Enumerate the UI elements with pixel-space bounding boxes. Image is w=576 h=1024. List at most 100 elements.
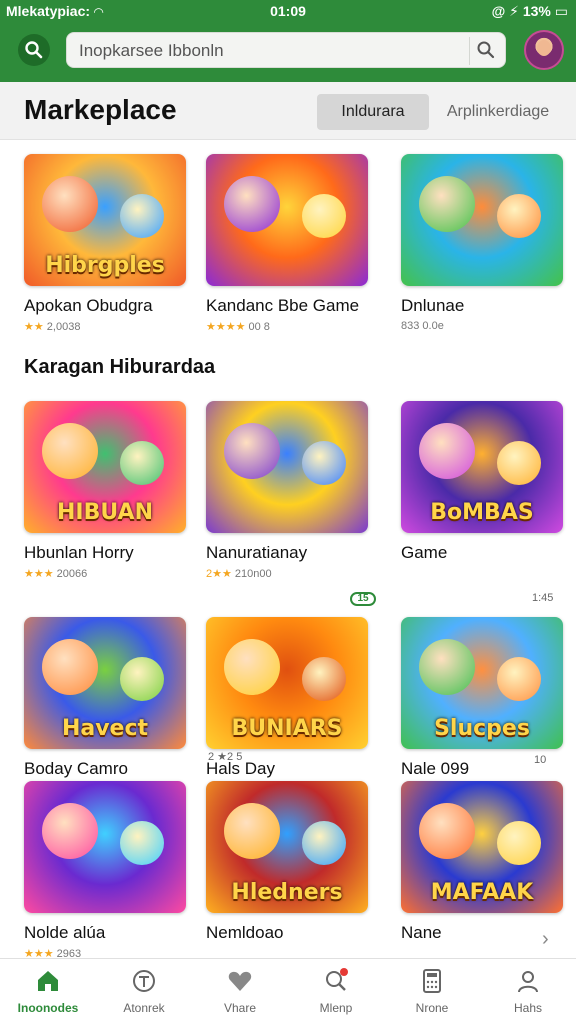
star-icon: 2★★ — [206, 568, 232, 580]
character-figure — [497, 441, 541, 485]
tab-inldurara[interactable]: Inldurara — [317, 94, 429, 130]
app-thumbnail[interactable] — [24, 781, 186, 913]
user-avatar[interactable] — [524, 30, 564, 70]
profile-icon — [514, 967, 542, 995]
character-figure — [497, 821, 541, 865]
character-figure — [419, 423, 475, 479]
character-figure — [42, 639, 98, 695]
chevron-right-icon[interactable]: › — [542, 928, 549, 951]
rating-value: 210n00 — [231, 568, 272, 580]
status-battery: @ ⚡ 13% ▭ — [491, 3, 568, 19]
app-thumbnail[interactable]: Havect — [24, 617, 186, 749]
app-name: Boday Camro — [24, 759, 128, 778]
nav-label: Hahs — [513, 1001, 542, 1015]
character-figure — [419, 639, 475, 695]
calculator-icon — [418, 967, 446, 995]
rating-value: 20066 — [53, 568, 88, 580]
app-card[interactable]: Kandanc Bbe Game ★★★★ 00 8 — [206, 154, 368, 333]
nav-label: Nrone — [415, 1001, 449, 1015]
character-figure — [120, 441, 164, 485]
header-row — [0, 28, 576, 74]
shield-icon — [130, 967, 158, 995]
character-figure — [224, 639, 280, 695]
character-figure — [42, 803, 98, 859]
count-badge: 15 — [350, 592, 376, 606]
search-icon[interactable] — [18, 34, 50, 66]
artwork-logo-text: Hibrgples — [45, 253, 165, 278]
character-figure — [302, 194, 346, 238]
nav-item-nrone[interactable]: Nrone — [384, 967, 480, 1015]
avatar-face — [537, 40, 551, 56]
search-input[interactable] — [79, 40, 459, 62]
app-card[interactable]: Nanuratianay 2★★ 210n00 — [206, 401, 368, 580]
search-icon[interactable] — [469, 37, 497, 65]
rating-value: 833 0.0e — [401, 320, 444, 332]
character-figure — [120, 194, 164, 238]
character-figure — [42, 423, 98, 479]
heart-icon — [226, 967, 254, 995]
app-card[interactable]: Dnlunae 833 0.0e — [401, 154, 563, 332]
side-note-row2: 1:45 — [532, 592, 554, 604]
app-rating: ★★★★ 00 8 — [206, 320, 368, 333]
app-card[interactable]: Nolde alúa ★★★ 2963 — [24, 781, 186, 960]
side-note-row3: 10 — [534, 754, 547, 766]
nav-item-mlenp[interactable]: Mlenp — [288, 967, 384, 1015]
character-figure — [419, 176, 475, 232]
app-name: Game — [401, 543, 448, 562]
nav-label: Inoonodes — [17, 1001, 79, 1015]
app-name: Nemldoao — [206, 923, 284, 942]
app-thumbnail[interactable] — [401, 154, 563, 286]
app-thumbnail[interactable]: HIBUAN — [24, 401, 186, 533]
character-figure — [224, 803, 280, 859]
nav-label: Mlenp — [319, 1001, 353, 1015]
artwork-logo-text: MAFAAK — [430, 880, 534, 905]
nav-item-atonrek[interactable]: Atonrek — [96, 967, 192, 1015]
app-name: Apokan Obudgra — [24, 296, 153, 315]
rating-value: 2,0038 — [43, 321, 81, 333]
page-title: Markeplace — [24, 94, 177, 125]
character-figure — [224, 423, 280, 479]
app-thumbnail[interactable] — [206, 154, 368, 286]
nav-item-vhare[interactable]: Vhare — [192, 967, 288, 1015]
character-figure — [224, 176, 280, 232]
app-card[interactable]: HavectBoday CamroA★ 2.0665 — [24, 617, 186, 796]
title-bar: Markeplace Inldurara Arplinkerdiage — [0, 82, 576, 140]
app-card[interactable]: MAFAAK Nane — [401, 781, 563, 943]
character-figure — [302, 657, 346, 701]
app-card[interactable]: BoMBAS Game — [401, 401, 563, 563]
character-figure — [42, 176, 98, 232]
search-bar[interactable] — [66, 32, 506, 68]
app-name: Hbunlan Horry — [24, 543, 134, 562]
app-card[interactable]: HIBUAN Hbunlan Horry ★★★ 20066 — [24, 401, 186, 580]
artwork-logo-text: BoMBAS — [430, 500, 534, 525]
nav-item-hahs[interactable]: Hahs — [480, 967, 576, 1015]
app-rating: ★★ 2,0038 — [24, 320, 186, 333]
app-thumbnail[interactable]: BUNIARS — [206, 617, 368, 749]
character-figure — [497, 657, 541, 701]
star-icon: ★★★ — [24, 568, 54, 580]
artwork-logo-text: Hledners — [231, 880, 343, 905]
character-figure — [497, 194, 541, 238]
app-card[interactable]: Hibrgples Apokan Obudgra ★★ 2,0038 — [24, 154, 186, 333]
bottom-navigation: Inoonodes Atonrek Vhare Mlenp Nrone Hahs — [0, 958, 576, 1024]
star-icon: ★★ — [24, 321, 44, 333]
app-name: Kandanc Bbe Game — [206, 296, 360, 315]
app-card[interactable]: Hledners Nemldoao — [206, 781, 368, 943]
tab-arplinkerdiage[interactable]: Arplinkerdiage — [440, 94, 556, 130]
app-thumbnail[interactable]: BoMBAS — [401, 401, 563, 533]
nav-item-inoonodes[interactable]: Inoonodes — [0, 967, 96, 1015]
app-name: Nanuratianay — [206, 543, 308, 562]
artwork-logo-text: Slucpes — [434, 716, 530, 741]
character-figure — [302, 441, 346, 485]
top-app-bar: Mlekatypiac: ◠ 01:09 @ ⚡ 13% ▭ — [0, 0, 576, 82]
app-name: Nolde alúa — [24, 923, 106, 942]
app-thumbnail[interactable]: Hibrgples — [24, 154, 186, 286]
app-thumbnail[interactable]: MAFAAK — [401, 781, 563, 913]
app-thumbnail[interactable]: Hledners — [206, 781, 368, 913]
app-thumbnail[interactable]: Slucpes — [401, 617, 563, 749]
app-card[interactable]: SlucpesNale 099★★★★ 7 — [401, 617, 563, 796]
app-thumbnail[interactable] — [206, 401, 368, 533]
rating-value: 00 8 — [245, 321, 270, 333]
character-figure — [302, 821, 346, 865]
character-figure — [120, 657, 164, 701]
